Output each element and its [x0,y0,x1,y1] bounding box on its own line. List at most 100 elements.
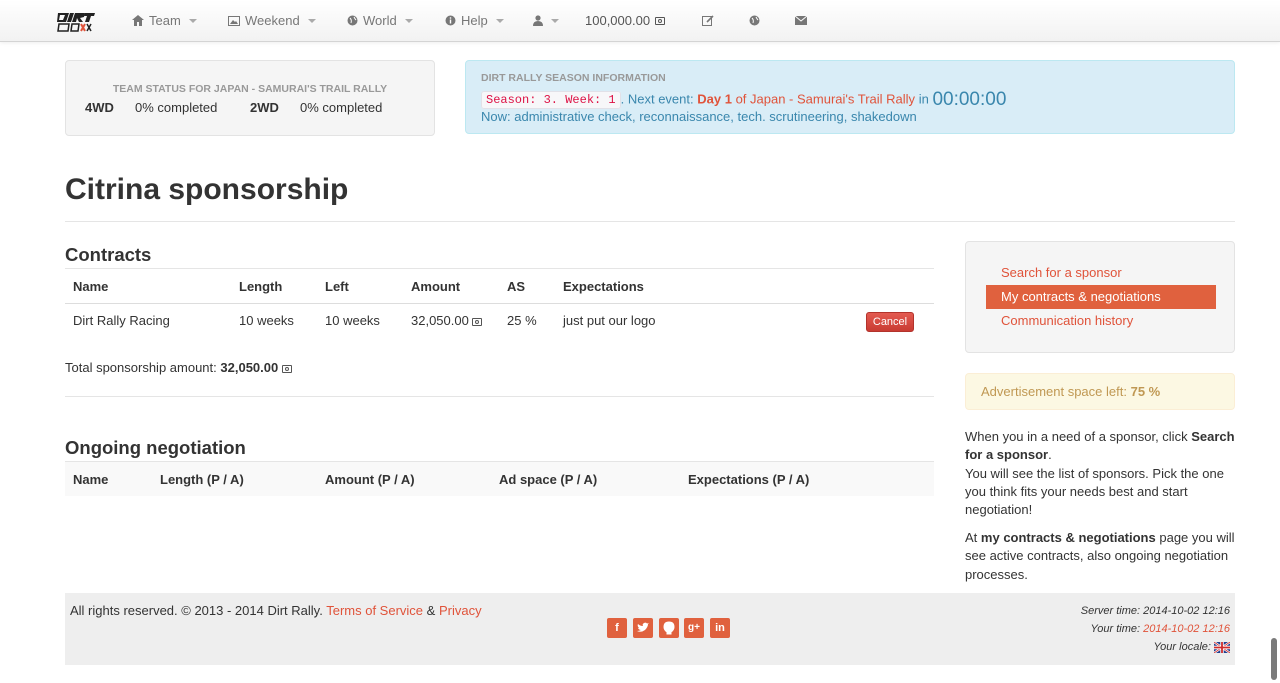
money-icon [655,16,666,25]
google-plus-icon[interactable]: g+ [684,618,704,638]
globe-icon [347,15,358,26]
nav-help-menu[interactable]: Help [445,0,504,41]
nav-weekend-menu[interactable]: Weekend [228,0,316,41]
money-icon [281,364,292,373]
help-text-contracts: At my contracts & negotiations page you … [965,529,1235,584]
awd-value: 0% completed [135,100,218,115]
col-amount: Amount [411,279,461,294]
contract-left: 10 weeks [325,313,380,328]
contracts-table-top-border [65,268,934,269]
nav-edit-button[interactable] [702,0,714,41]
awd-status: 4WD [85,100,114,115]
section-divider [65,396,934,397]
server-time-value: 2014-10-02 12:16 [1143,605,1230,617]
help1-c: . [1048,447,1052,463]
team-status-title: TEAM STATUS FOR JAPAN - SAMURAI'S TRAIL … [112,83,388,95]
caret-down-icon [307,18,316,23]
season-info-title: DIRT RALLY SEASON INFORMATION [481,72,666,84]
total-sponsorship: Total sponsorship amount: 32,050.00 [65,360,292,375]
envelope-icon [795,16,807,25]
contracts-heading: Contracts [65,244,152,265]
total-label: Total sponsorship amount: [65,360,217,375]
ad-space-value: 75 % [1130,384,1161,399]
uk-flag-icon[interactable] [1214,641,1230,653]
balance-value: 100,000.00 [585,13,651,28]
neg-col-expectations: Expectations (P / A) [688,472,810,487]
nav-world-menu[interactable]: World [347,0,413,41]
sponsor-name-link[interactable]: Dirt Rally Racing [73,313,170,328]
event-day: Day 1 [697,91,732,107]
awd-label: 4WD [85,100,114,115]
nav-mail-button[interactable] [795,0,807,41]
nav-weekend-label: Weekend [245,13,300,28]
twd-label: 2WD [250,100,279,115]
locale-label: Your locale: [1153,641,1211,653]
facebook-icon[interactable]: f [607,618,627,638]
contracts-header-border [65,303,934,304]
title-divider [65,221,1235,222]
nav-team-menu[interactable]: Team [132,0,197,41]
season-now-text: Now: administrative check, reconnaissanc… [481,109,917,124]
col-expectations: Expectations [563,279,644,294]
season-line: Season: 3. Week: 1. Next event: Day 1 of… [481,89,1006,111]
col-length: Length [239,279,283,294]
terms-link[interactable]: Terms of Service [326,603,423,618]
contract-amount-value: 32,050.00 [411,313,469,328]
twd-value: 0% completed [300,100,383,115]
negotiation-heading: Ongoing negotiation [65,437,246,458]
twitter-icon[interactable] [633,618,653,638]
contract-length: 10 weeks [239,313,294,328]
nav-world-label: World [363,13,397,28]
ad-space-label: Advertisement space left: [981,384,1127,399]
your-locale: Your locale: [1153,641,1230,653]
footer: All rights reserved. © 2013 - 2014 Dirt … [65,593,1235,665]
in-label: in [918,91,929,107]
ad-space-alert: Advertisement space left: 75 % [965,373,1235,410]
help1-a: When you in a need of a sponsor, click [965,429,1188,444]
sponsor-side-nav: Search for a sponsor My contracts & nego… [965,241,1235,353]
github-icon[interactable] [659,618,679,638]
event-link[interactable]: of Japan - Samurai's Trail Rally [736,91,916,106]
dirt-rally-logo[interactable] [55,10,97,32]
neg-col-length: Length (P / A) [160,472,244,487]
nav-user-menu[interactable] [533,0,559,41]
server-time-label: Server time: [1080,605,1141,617]
neg-col-ad-space: Ad space (P / A) [499,472,598,487]
contract-amount: 32,050.00 [411,313,483,328]
page-title: Citrina sponsorship [65,173,349,206]
amp-text: & [426,603,436,618]
linkedin-icon[interactable]: in [710,618,730,638]
server-time: Server time: 2014-10-02 12:16 [1081,605,1230,617]
countdown-timer: 00:00:00 [932,89,1007,110]
season-info-panel: DIRT RALLY SEASON INFORMATION Season: 3.… [465,60,1235,134]
nav-globe-button[interactable] [749,0,760,41]
neg-col-amount: Amount (P / A) [325,472,415,487]
caret-down-icon [551,18,559,23]
picture-icon [228,15,240,26]
edit-icon [702,14,714,26]
your-time-value: 2014-10-02 12:16 [1143,623,1230,635]
my-contracts-link[interactable]: My contracts & negotiations [986,285,1216,309]
cancel-contract-button[interactable]: Cancel [866,312,914,332]
info-icon [445,15,456,26]
rights-text: All rights reserved. © 2013 - 2014 Dirt … [70,603,323,618]
total-value: 32,050.00 [220,360,279,375]
search-sponsor-link[interactable]: Search for a sponsor [986,261,1216,285]
privacy-link[interactable]: Privacy [439,603,482,618]
neg-col-name: Name [73,472,109,487]
caret-down-icon [404,18,413,23]
nav-team-label: Team [149,13,181,28]
globe-icon [749,15,760,26]
team-status-panel: TEAM STATUS FOR JAPAN - SAMURAI'S TRAIL … [65,60,435,136]
help-text-search: When you in a need of a sponsor, click S… [965,428,1235,519]
footer-copyright: All rights reserved. © 2013 - 2014 Dirt … [70,603,482,618]
season-week-code: Season: 3. Week: 1 [481,91,621,110]
col-as: AS [507,279,526,294]
help2-a: At [965,530,978,545]
page-scrollbar[interactable] [1271,638,1277,680]
col-left: Left [325,279,349,294]
twd-status: 2WD [250,100,279,115]
communication-history-link[interactable]: Communication history [986,309,1216,333]
nav-help-label: Help [461,13,488,28]
caret-down-icon [188,18,197,23]
